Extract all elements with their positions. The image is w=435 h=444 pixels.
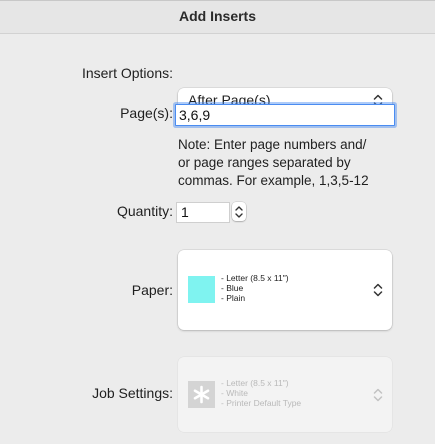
chevron-up-down-icon: [233, 204, 245, 220]
job-settings-line: - White: [221, 388, 248, 398]
job-settings-line: - Printer Default Type: [221, 398, 302, 408]
quantity-label: Quantity:: [116, 203, 173, 219]
chevron-up-down-icon: [372, 282, 384, 298]
paper-label: Paper:: [131, 282, 173, 298]
quantity-stepper[interactable]: [232, 202, 246, 221]
insert-options-label: Insert Options:: [81, 65, 173, 81]
pages-input[interactable]: 3,6,9: [175, 104, 395, 126]
paper-description: - Letter (8.5 x 11") - Blue - Plain: [221, 273, 289, 303]
paper-line: - Letter (8.5 x 11"): [221, 273, 289, 283]
pages-note-line: commas. For example, 1,3,5-12: [178, 173, 369, 188]
paper-line: - Blue: [221, 283, 244, 293]
dialog-title: Add Inserts: [0, 1, 435, 34]
quantity-field[interactable]: 1: [176, 202, 230, 223]
chevron-up-down-icon: [372, 387, 384, 403]
job-settings-label: Job Settings:: [92, 385, 173, 401]
add-inserts-dialog: Add Inserts Insert Options: After Page(s…: [0, 0, 435, 444]
job-settings-description: - Letter (8.5 x 11") - White - Printer D…: [221, 378, 301, 408]
job-settings-popup: - Letter (8.5 x 11") - White - Printer D…: [178, 357, 392, 432]
pages-note-line: or page ranges separated by: [178, 155, 351, 170]
pages-note-line: Note: Enter page numbers and/: [178, 137, 367, 152]
pages-label: Page(s):: [120, 105, 173, 121]
job-settings-line: - Letter (8.5 x 11"): [221, 378, 289, 388]
paper-popup[interactable]: - Letter (8.5 x 11") - Blue - Plain: [178, 250, 392, 330]
paper-swatch: [188, 276, 215, 303]
pages-note: Note: Enter page numbers and/ or page ra…: [178, 136, 369, 190]
asterisk-icon: [188, 381, 215, 408]
paper-line: - Plain: [221, 293, 246, 303]
